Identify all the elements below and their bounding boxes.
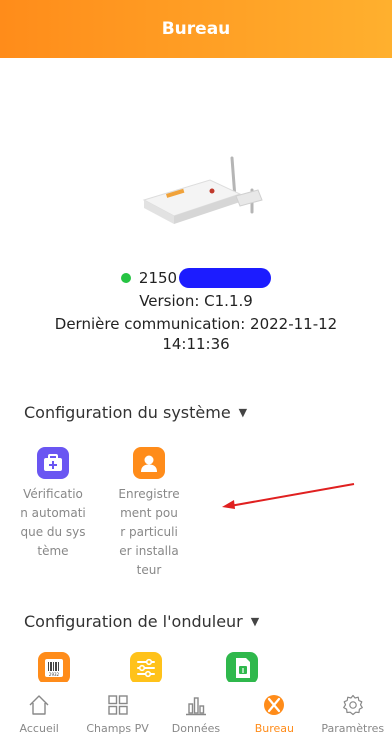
ecu-device-image xyxy=(142,156,263,224)
inverter-config-header[interactable]: Configuration de l'onduleur ▼ xyxy=(24,612,259,631)
caret-down-icon: ▼ xyxy=(238,406,248,419)
auto-check-tile[interactable]: Vérification automatique du système xyxy=(18,447,88,561)
nav-label: Paramètres xyxy=(321,722,385,735)
system-config-title: Configuration du système xyxy=(24,403,231,422)
first-aid-kit-icon xyxy=(37,447,69,479)
last-communication: Dernière communication: 2022-11-12 xyxy=(54,315,338,333)
redacted-serial-mask xyxy=(179,268,272,288)
last-communication-time: 14:11:36 xyxy=(162,335,230,353)
nav-item-donnees[interactable]: Données xyxy=(157,682,235,744)
barcode-number: 2932 xyxy=(49,672,60,677)
installer-registration-label: Enregistrement pour particulier installa… xyxy=(118,487,180,577)
nav-label: Champs PV xyxy=(86,722,149,735)
nav-label: Bureau xyxy=(254,722,294,735)
auto-check-label: Vérification automatique du système xyxy=(20,487,86,558)
installer-registration-tile[interactable]: Enregistrement pour particulier installa… xyxy=(114,447,184,580)
system-config-header[interactable]: Configuration du système ▼ xyxy=(24,403,247,422)
nav-item-champs-pv[interactable]: Champs PV xyxy=(79,682,157,744)
nav-label: Accueil xyxy=(19,722,59,735)
nav-item-parametres[interactable]: Paramètres xyxy=(314,682,392,744)
sliders-icon[interactable] xyxy=(130,652,162,684)
home-icon xyxy=(29,695,49,715)
nav-item-accueil[interactable]: Accueil xyxy=(0,682,78,744)
sim-card-icon[interactable] xyxy=(226,652,258,684)
bar-chart-icon xyxy=(185,697,206,716)
online-status-dot xyxy=(120,273,131,283)
nav-label: Données xyxy=(171,722,221,735)
barcode-icon[interactable]: 2932 xyxy=(38,652,70,684)
user-icon xyxy=(133,447,165,479)
annotation-arrow-icon xyxy=(222,483,355,509)
bureau-icon xyxy=(264,695,285,715)
settings-gear-icon xyxy=(342,694,363,716)
caret-down-icon: ▼ xyxy=(250,615,260,628)
firmware-version: Version: C1.1.9 xyxy=(139,292,253,310)
bottom-nav: Accueil Champs PV Données Bureau Paramèt… xyxy=(0,682,392,744)
grid-icon xyxy=(107,695,128,715)
device-serial: 2150 xyxy=(138,269,178,287)
header-bar: Bureau xyxy=(0,0,392,58)
page-title: Bureau xyxy=(161,19,231,39)
inverter-config-title: Configuration de l'onduleur xyxy=(24,612,243,631)
device-info: 2150 Version: C1.1.9 Dernière communicat… xyxy=(0,268,392,354)
nav-item-bureau[interactable]: Bureau xyxy=(235,682,313,744)
